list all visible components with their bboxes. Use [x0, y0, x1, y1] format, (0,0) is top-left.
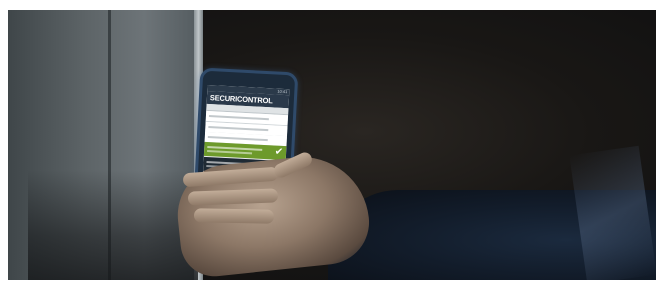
list-item-text	[207, 150, 253, 155]
list-item-text	[207, 136, 268, 142]
photo-frame: 10:41 SECURICONTROL ✔ ✖	[0, 0, 662, 289]
shadow	[28, 170, 198, 280]
brand-suffix: CONTROL	[236, 94, 273, 106]
list-item-text	[208, 115, 269, 121]
finger	[193, 208, 275, 224]
photo: 10:41 SECURICONTROL ✔ ✖	[8, 10, 656, 280]
status-time: 10:41	[277, 88, 288, 95]
list-item-text	[208, 126, 269, 132]
check-icon: ✔	[274, 146, 284, 158]
brand-prefix: SECURI	[209, 93, 238, 104]
